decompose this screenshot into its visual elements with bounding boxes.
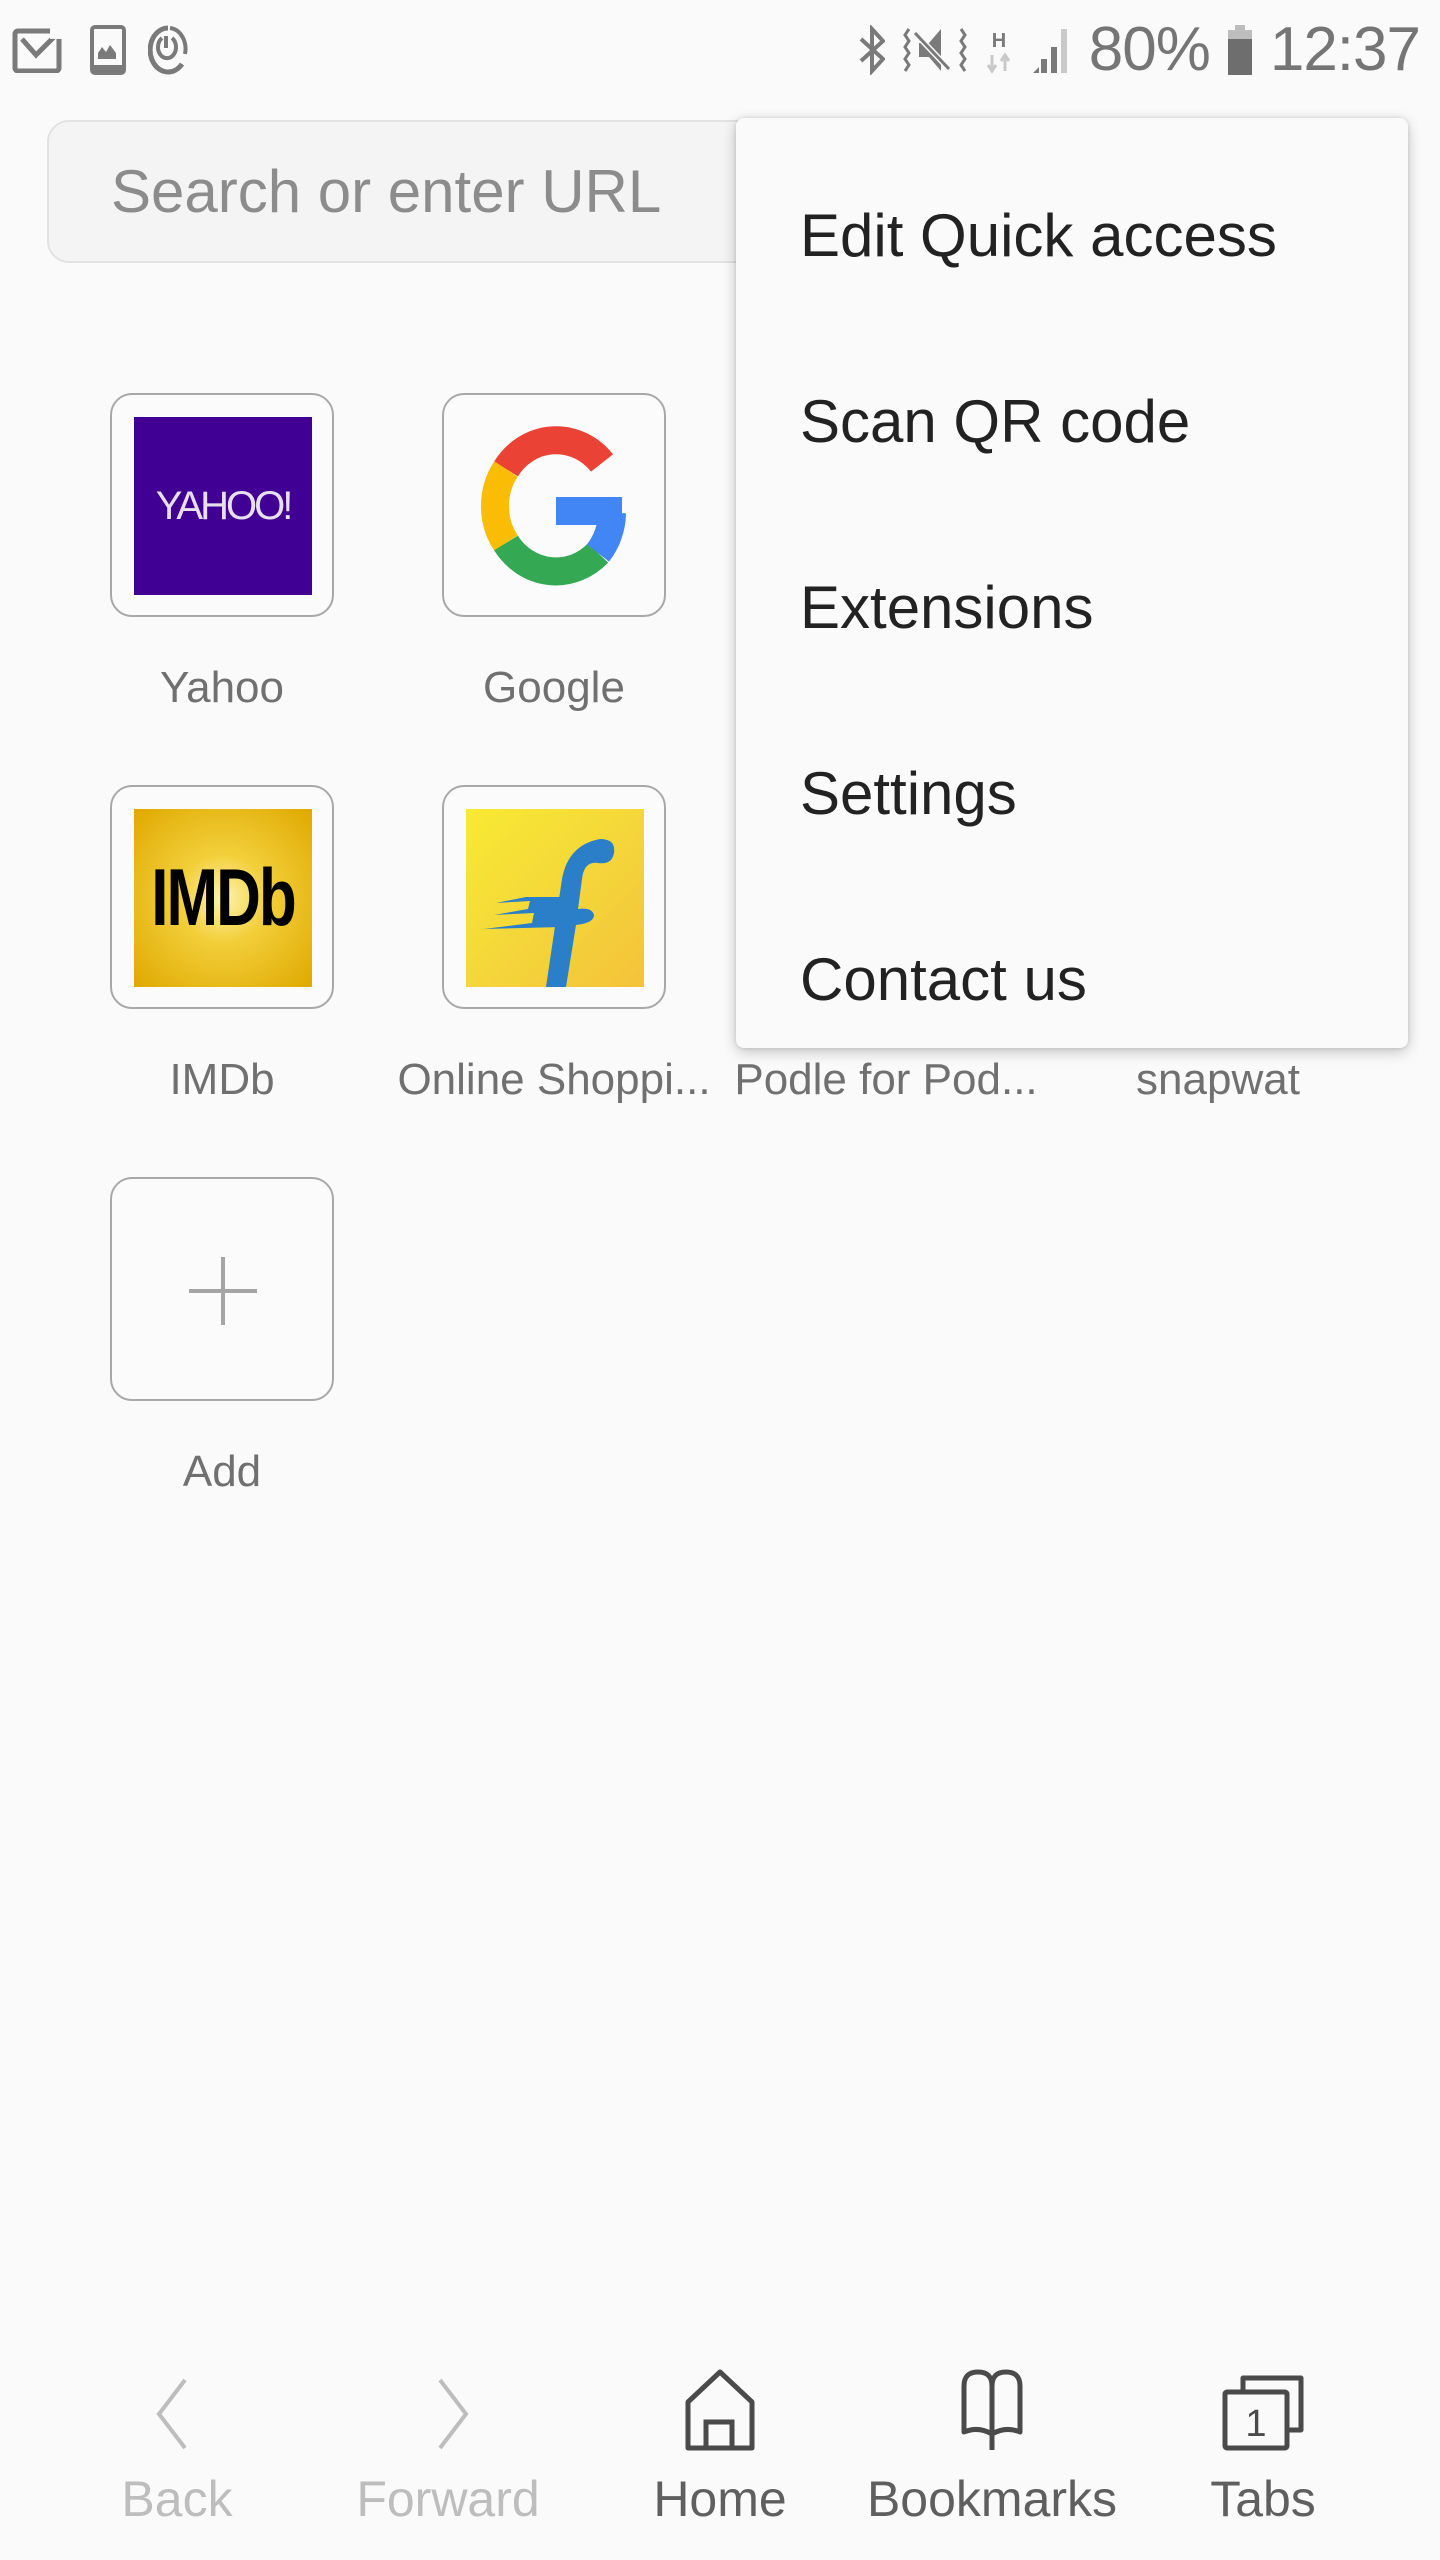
hspa-data-icon: H xyxy=(985,25,1013,75)
chevron-left-icon xyxy=(156,2378,187,2450)
tabs-icon: 1 xyxy=(1222,2375,1304,2451)
search-bar[interactable] xyxy=(47,120,787,263)
sync-icon xyxy=(148,24,188,76)
tile-label: Add xyxy=(182,1447,262,1496)
bookmarks-icon xyxy=(961,2369,1023,2450)
tab-count: 1 xyxy=(1245,2403,1266,2445)
home-button[interactable]: Home xyxy=(584,2340,856,2560)
clock: 12:37 xyxy=(1269,15,1421,84)
battery-percent: 80% xyxy=(1088,15,1211,84)
back-label: Back xyxy=(121,2471,233,2527)
bottom-navigation: Back Forward Home Bookmarks 1 Tabs xyxy=(0,2340,1440,2560)
tabs-button[interactable]: 1 Tabs xyxy=(1127,2340,1399,2560)
home-label: Home xyxy=(653,2471,787,2527)
tile-icon-box[interactable]: YAHOO! xyxy=(110,393,334,617)
status-bar: H 80% 12:37 xyxy=(0,0,1440,100)
tile-label: IMDb xyxy=(169,1055,275,1104)
yahoo-logo: YAHOO! xyxy=(134,417,312,595)
tile-icon-box[interactable] xyxy=(442,785,666,1009)
tabs-label: Tabs xyxy=(1210,2471,1316,2527)
google-logo xyxy=(466,417,644,595)
email-icon xyxy=(12,27,68,73)
tile-label: Yahoo xyxy=(160,663,284,712)
yahoo-logo-text: YAHOO! xyxy=(155,483,294,528)
back-button[interactable]: Back xyxy=(41,2340,313,2560)
tile-label: Online Shoppi... xyxy=(397,1055,711,1104)
signal-icon xyxy=(1031,25,1071,75)
menu-item-edit-quick-access[interactable]: Edit Quick access xyxy=(736,142,1408,328)
quick-access-yahoo[interactable]: YAHOO! Yahoo xyxy=(56,393,388,773)
forward-button[interactable]: Forward xyxy=(312,2340,584,2560)
menu-item-settings[interactable]: Settings xyxy=(736,700,1408,886)
battery-icon xyxy=(1227,25,1252,75)
tile-icon-box[interactable] xyxy=(442,393,666,617)
bookmarks-label: Bookmarks xyxy=(866,2471,1118,2527)
overflow-menu: Edit Quick access Scan QR code Extension… xyxy=(736,118,1408,1048)
search-input[interactable] xyxy=(111,122,751,261)
quick-access-imdb[interactable]: IMDb IMDb xyxy=(56,785,388,1165)
menu-item-contact-us[interactable]: Contact us xyxy=(736,886,1408,1072)
bluetooth-icon xyxy=(859,25,885,75)
network-type: H xyxy=(992,30,1006,52)
quick-access-add[interactable]: Add xyxy=(56,1177,388,1557)
imdb-logo: IMDb xyxy=(134,809,312,987)
imdb-logo-text: IMDb xyxy=(151,853,297,943)
forward-label: Forward xyxy=(356,2471,540,2527)
plus-icon xyxy=(189,1257,257,1325)
tile-icon-box[interactable]: IMDb xyxy=(110,785,334,1009)
quick-access-google[interactable]: Google xyxy=(388,393,720,773)
add-button[interactable] xyxy=(110,1177,334,1401)
tile-label: Google xyxy=(483,663,625,712)
menu-item-scan-qr-code[interactable]: Scan QR code xyxy=(736,328,1408,514)
vibrate-mute-icon xyxy=(902,25,967,75)
menu-item-extensions[interactable]: Extensions xyxy=(736,514,1408,700)
quick-access-online-shopping[interactable]: Online Shoppi... xyxy=(388,785,720,1165)
flipkart-logo xyxy=(466,809,644,987)
gallery-icon xyxy=(90,25,126,75)
bookmarks-button[interactable]: Bookmarks xyxy=(856,2340,1128,2560)
chevron-right-icon xyxy=(438,2378,469,2450)
home-icon xyxy=(685,2369,755,2451)
